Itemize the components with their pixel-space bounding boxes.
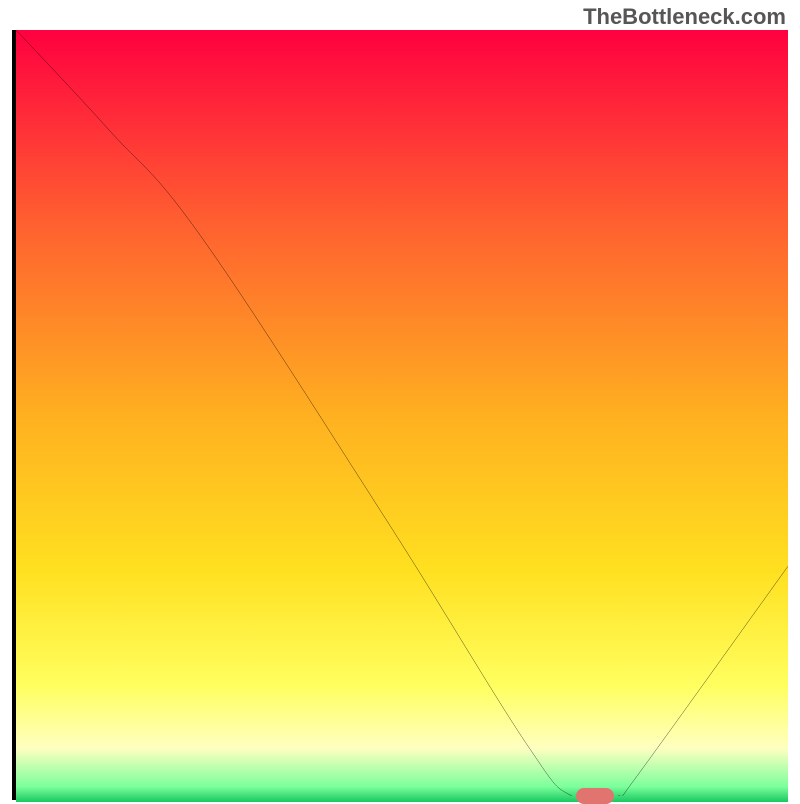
optimal-point-marker (576, 788, 614, 804)
bottleneck-line (16, 30, 788, 796)
site-watermark: TheBottleneck.com (583, 4, 786, 30)
chart-area (12, 30, 788, 800)
